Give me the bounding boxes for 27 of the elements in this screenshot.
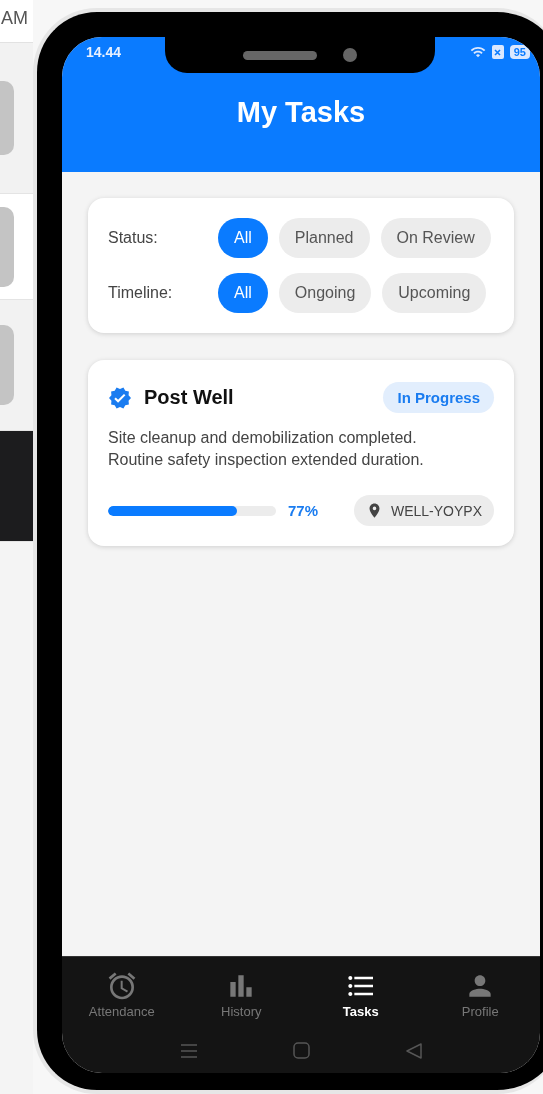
page-title: My Tasks	[235, 95, 367, 130]
task-title: Post Well	[144, 386, 235, 409]
filter-chip[interactable]: All	[218, 273, 268, 313]
filter-chip[interactable]: Planned	[278, 218, 370, 258]
filter-chip[interactable]: Ongoing	[278, 273, 372, 313]
nav-tab[interactable]: Profile	[420, 957, 540, 1034]
nav-tab[interactable]: History	[181, 957, 301, 1034]
wifi-icon	[469, 44, 486, 60]
filter-chip[interactable]: On Review	[380, 218, 491, 258]
status-badge: In Progress	[383, 382, 494, 413]
nav-tab[interactable]: Tasks	[301, 957, 421, 1034]
nav-tab[interactable]: Attendance	[62, 957, 182, 1034]
filter-chip[interactable]: All	[218, 218, 268, 258]
filter-label: Timeline:	[108, 284, 174, 302]
task-description: Site cleanup and demobilization completed. Routine safety inspection extended duration.	[108, 428, 425, 470]
progress-percent: 77%	[288, 502, 320, 519]
back-triangle-icon[interactable]	[406, 1042, 423, 1059]
menu-icon[interactable]	[179, 1042, 198, 1059]
home-square-icon[interactable]	[293, 1042, 311, 1059]
filter-chip[interactable]: Upcoming	[382, 273, 487, 313]
filter-label: Status:	[108, 229, 159, 247]
battery-level: 95	[509, 45, 530, 59]
location-text: WELL-YOYPX	[390, 502, 482, 519]
status-time: 14.44	[86, 44, 122, 60]
sim-icon	[491, 45, 504, 59]
task-card[interactable]: Post Well In Progress Site cleanup and demobilization completed. Routine safety inspection extended duration. 77% WELL-YOYPX	[88, 360, 514, 546]
clock-text: AM	[0, 0, 33, 43]
